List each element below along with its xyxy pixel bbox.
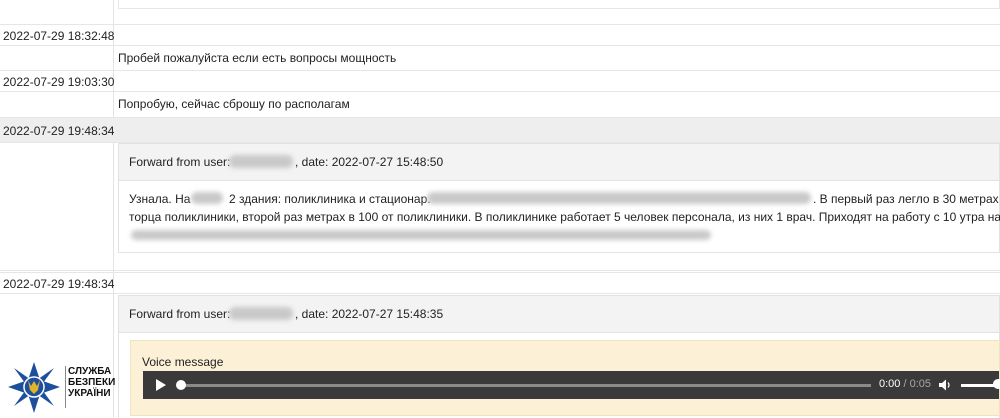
forward-date: , date: 2022-07-27 15:48:50 [295, 155, 444, 169]
time-current: 0:00 [879, 378, 901, 390]
play-icon[interactable] [156, 379, 166, 391]
message-text-row: Пробей пожалуйста если есть вопросы мощн… [0, 46, 1000, 70]
progress-thumb[interactable] [176, 380, 186, 390]
message-timestamp: 2022-07-29 18:32:48 [0, 24, 1000, 46]
forward-header: Forward from user: , date: 2022-07-27 15… [119, 296, 999, 333]
logo-line-2: БЕЗПЕКИ [68, 377, 116, 388]
volume-track[interactable] [961, 384, 997, 387]
timestamp-text: 2022-07-29 19:03:30 [3, 75, 115, 89]
redacted-text [427, 192, 811, 204]
forward-body-line1c: . В первый раз легло в 30 метрах от [813, 192, 1000, 206]
timestamp-text: 2022-07-29 19:48:34 [3, 277, 115, 291]
forward-label: Forward from user: [129, 307, 231, 321]
sbu-logo: СЛУЖБА БЕЗПЕКИ УКРАЇНИ [6, 360, 116, 415]
message-text: Пробей пожалуйста если есть вопросы мощн… [118, 51, 397, 65]
logo-line-1: СЛУЖБА [68, 366, 112, 377]
spacer [0, 251, 1000, 271]
message-timestamp: 2022-07-29 19:48:34 [0, 272, 1000, 294]
redacted-username [229, 155, 293, 168]
volume-icon[interactable] [938, 378, 952, 392]
time-total: 0:05 [909, 378, 932, 390]
forward-body-line1a: Узнала. На [129, 192, 191, 206]
forward-body-line2: торца поликлиники, второй раз метрах в 1… [129, 210, 1000, 224]
forward-header: Forward from user: , date: 2022-07-27 15… [119, 144, 999, 181]
message-text-row: Попробую, сейчас сброшу по располагам [0, 92, 1000, 116]
audio-player: 0:00 / 0:05 [143, 371, 1000, 399]
message-timestamp: 2022-07-29 19:03:30 [0, 70, 1000, 92]
previous-message-tail [0, 0, 1000, 22]
forward-body-line1b: 2 здания: поликлиника и стационар. [229, 192, 431, 206]
message-text: Попробую, сейчас сброшу по располагам [118, 97, 350, 111]
progress-track[interactable] [181, 384, 871, 387]
message-timestamp: 2022-07-29 19:48:34 [0, 117, 1000, 143]
time-separator: / [900, 378, 910, 390]
redacted-username [229, 307, 293, 320]
timestamp-text: 2022-07-29 19:48:34 [3, 124, 115, 138]
time-display: 0:00 / 0:05 [879, 378, 931, 390]
redacted-text [131, 230, 711, 240]
sbu-emblem-icon [8, 362, 60, 413]
timestamp-text: 2022-07-29 18:32:48 [3, 29, 115, 43]
forwarded-message-card: Forward from user: , date: 2022-07-27 15… [118, 143, 1000, 253]
volume-thumb[interactable] [993, 379, 1000, 389]
voice-message-block: Voice message 0:00 / 0:05 [130, 340, 1000, 416]
logo-line-3: УКРАЇНИ [68, 388, 111, 399]
voice-message-label: Voice message [142, 355, 224, 369]
forward-date: , date: 2022-07-27 15:48:35 [295, 307, 444, 321]
redacted-text [191, 192, 223, 204]
forward-label: Forward from user: [129, 155, 231, 169]
